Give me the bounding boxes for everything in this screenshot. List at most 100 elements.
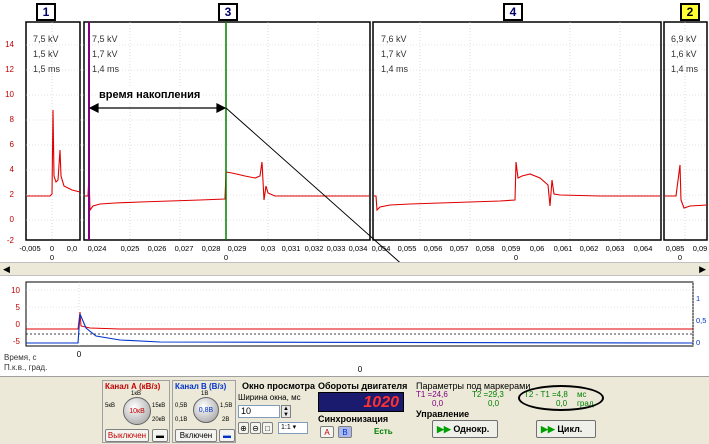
width-spinner-icon[interactable]: ▲ ▼	[281, 405, 291, 418]
scroll-left-icon[interactable]: ◀	[3, 264, 10, 275]
overview-y2-tick: 0,5	[696, 316, 706, 325]
knob-scale: 2В	[222, 417, 230, 423]
view-window-group: Окно просмотра Ширина окна, мс 10 ▲ ▼ ⊕ ⊖…	[238, 380, 315, 443]
scroll-right-icon[interactable]: ▶	[699, 264, 706, 275]
x-tick: 0,064	[634, 244, 653, 253]
zoom-select[interactable]: 1:1 ▾	[278, 422, 308, 434]
overview-y-tick: 10	[11, 286, 20, 295]
zoom-out-icon[interactable]: ⊖	[250, 422, 261, 434]
readout-line: 1,6 kV	[671, 49, 697, 59]
arrow-head-right	[216, 103, 227, 113]
y-tick: 10	[5, 90, 14, 99]
knob-scale: 0,5В	[175, 403, 188, 409]
channel-b-settings-icon[interactable]: ▬	[219, 429, 235, 442]
window-width-input[interactable]: 10	[238, 405, 280, 418]
panel-number-2[interactable]: 2	[680, 3, 700, 21]
overview-chart[interactable]: 10 5 0 -5 1 0,5 0 0 0 Время, с П.к.в., г…	[0, 276, 709, 376]
marker-t2-angle: 0,0	[488, 399, 500, 408]
marker-t2-value: Т2 =29,3	[472, 390, 504, 399]
readout-line: 1,7 kV	[381, 49, 407, 59]
panel-number-3[interactable]: 3	[218, 3, 238, 21]
overview-y2-tick: 1	[696, 294, 700, 303]
channel-b-knob[interactable]: 0,8В	[193, 397, 219, 423]
cycle-label: Цикл.	[557, 424, 583, 434]
sync-status: Есть	[374, 427, 393, 436]
knob-scale: 15кВ	[152, 403, 166, 409]
cycle-button[interactable]: ▶▶ Цикл.	[536, 420, 596, 438]
panel-number-4[interactable]: 4	[503, 3, 523, 21]
control-panel: Канал А (кВ/з) 10кВ 1кВ 5кВ 15кВ 20кВ Вы…	[0, 376, 709, 444]
readout-panel-5: 6,9 kV 1,6 kV 1,4 ms	[671, 32, 698, 77]
overview-y-tick: 0	[16, 320, 21, 329]
highlight-ellipse	[518, 385, 604, 411]
y-tick: 8	[10, 115, 15, 124]
zero-label: 0	[224, 253, 228, 262]
channel-a-title: Канал А (кВ/з)	[105, 382, 161, 391]
x-tick: 0,059	[502, 244, 521, 253]
rpm-group: Обороты двигателя 1020	[316, 380, 408, 412]
horizontal-scrollbar[interactable]: ◀ ▶	[0, 262, 709, 276]
x-tick: 0,06	[530, 244, 545, 253]
channel-a-toggle[interactable]: Выключен	[105, 429, 149, 442]
control-title: Управление	[416, 409, 470, 419]
knob-scale: 5кВ	[105, 403, 115, 409]
knob-scale: 1кВ	[131, 391, 141, 397]
signal-trace-1	[27, 109, 81, 197]
x-tick: 0,024	[88, 244, 107, 253]
y-tick: 0	[10, 215, 15, 224]
readout-line: 7,5 kV	[92, 34, 118, 44]
sync-a-button[interactable]: А	[320, 426, 334, 438]
x-tick: 0,027	[175, 244, 194, 253]
signal-trace-2	[85, 161, 369, 212]
play-double-icon: ▶▶	[437, 424, 451, 434]
overview-bottom-zero: 0	[358, 365, 363, 374]
sync-title: Синхронизация	[318, 414, 389, 424]
rpm-value: 1020	[363, 394, 399, 411]
y-tick: 14	[5, 40, 14, 49]
x-tick: 0,061	[554, 244, 573, 253]
x-tick: 0,03	[261, 244, 276, 253]
oscilloscope-view[interactable]: 14 12 10 8 6 4 2 0 -2 -0,005 0 0,0 0,024…	[0, 0, 709, 262]
sync-b-button[interactable]: В	[338, 426, 352, 438]
readout-line: 1,4 ms	[92, 64, 120, 74]
x-tick: 0,054	[372, 244, 391, 253]
marker-t1-angle: 0,0	[432, 399, 444, 408]
y-tick: 4	[10, 165, 15, 174]
signal-trace-5	[665, 164, 708, 209]
readout-line: 1,5 kV	[33, 49, 59, 59]
panel-number-1[interactable]: 1	[36, 3, 56, 21]
x-tick: 0,056	[424, 244, 443, 253]
x-tick: 0,029	[228, 244, 247, 253]
window-width-label: Ширина окна, мс	[238, 393, 301, 402]
time-axis-label: Время, с	[4, 353, 37, 362]
arrow-head-left	[88, 103, 99, 113]
channel-a-settings-icon[interactable]: ▬	[152, 429, 168, 442]
y-tick: 12	[5, 65, 14, 74]
readout-line: 7,6 kV	[381, 34, 407, 44]
single-shot-button[interactable]: ▶▶ Однокр.	[432, 420, 498, 438]
readout-line: 1,7 kV	[92, 49, 118, 59]
overview-x-zero: 0	[77, 350, 82, 359]
overview-y-tick: 5	[16, 303, 21, 312]
overview-svg: 10 5 0 -5 1 0,5 0 0 0	[11, 281, 706, 374]
x-tick: 0,063	[606, 244, 625, 253]
readout-line: 1,4 ms	[671, 64, 699, 74]
rpm-display: 1020	[318, 392, 404, 412]
channel-b-title: Канал В (В/з)	[175, 382, 227, 391]
channel-b-toggle[interactable]: Включен	[175, 429, 217, 442]
sync-group: Синхронизация А В Есть	[316, 414, 408, 442]
readout-line: 1,5 ms	[33, 64, 61, 74]
readout-panel-1: 7,5 kV 1,5 kV 1,5 ms	[33, 32, 60, 77]
readout-panel-4: 7,6 kV 1,7 kV 1,4 ms	[381, 32, 408, 77]
y-tick: 2	[10, 190, 15, 199]
overview-red-trace	[26, 311, 693, 330]
x-tick: 0,09	[693, 244, 708, 253]
y-tick: -2	[7, 236, 15, 245]
panel-frame-4	[372, 21, 662, 241]
channel-a-knob[interactable]: 10кВ	[123, 397, 151, 425]
knob-scale: 1,5В	[220, 403, 233, 409]
zoom-fit-icon[interactable]: □	[262, 422, 273, 434]
rpm-title: Обороты двигателя	[318, 381, 408, 391]
zoom-in-icon[interactable]: ⊕	[238, 422, 249, 434]
readout-line: 6,9 kV	[671, 34, 697, 44]
